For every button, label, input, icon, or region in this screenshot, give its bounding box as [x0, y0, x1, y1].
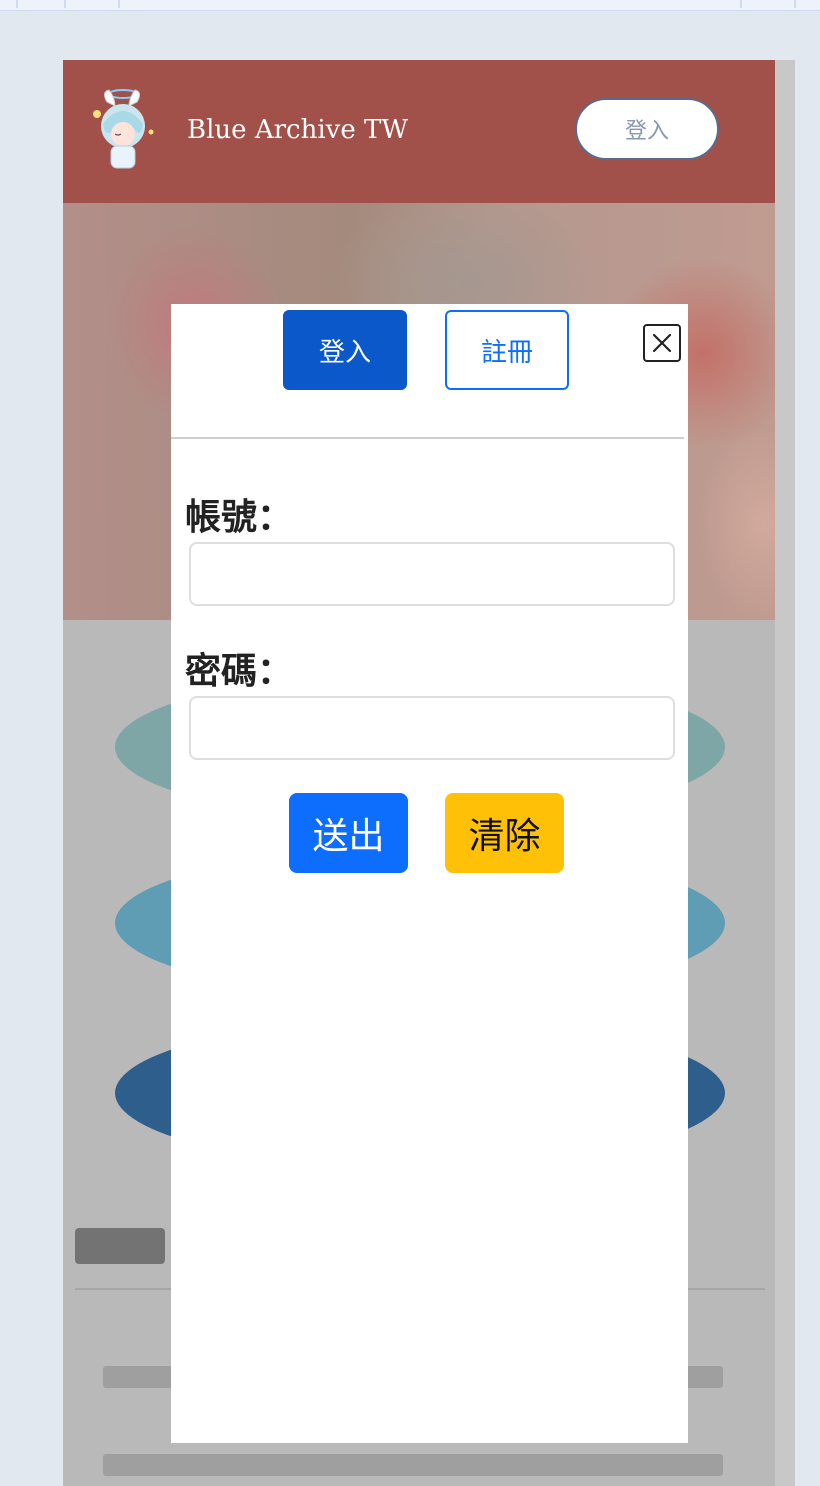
login-modal: 登入 註冊 帳號： 密碼： 送出 清除: [171, 304, 688, 1443]
ruler-tick: [16, 0, 18, 8]
ruler-tick: [118, 0, 120, 8]
ruler-tick: [794, 0, 796, 8]
nav-login-button[interactable]: 登入: [575, 98, 719, 160]
close-icon[interactable]: [643, 324, 681, 362]
clear-button[interactable]: 清除: [445, 793, 564, 873]
submit-button[interactable]: 送出: [289, 793, 408, 873]
background-list-item: [103, 1454, 723, 1476]
chibi-character-logo-icon[interactable]: [85, 88, 161, 174]
tab-login[interactable]: 登入: [283, 310, 407, 390]
background-heading: [75, 1228, 165, 1264]
modal-divider: [171, 437, 684, 439]
brand-title[interactable]: Blue Archive TW: [187, 115, 408, 145]
account-label: 帳號：: [185, 496, 294, 538]
scrollbar[interactable]: [775, 60, 795, 1486]
ruler-tick: [740, 0, 742, 8]
account-input[interactable]: [189, 542, 675, 606]
password-input[interactable]: [189, 696, 675, 760]
top-navbar: Blue Archive TW 登入: [63, 60, 775, 203]
ruler-tick: [64, 0, 66, 8]
browser-top-bar: [0, 0, 820, 11]
password-label: 密碼：: [185, 650, 294, 692]
tab-register[interactable]: 註冊: [445, 310, 569, 390]
